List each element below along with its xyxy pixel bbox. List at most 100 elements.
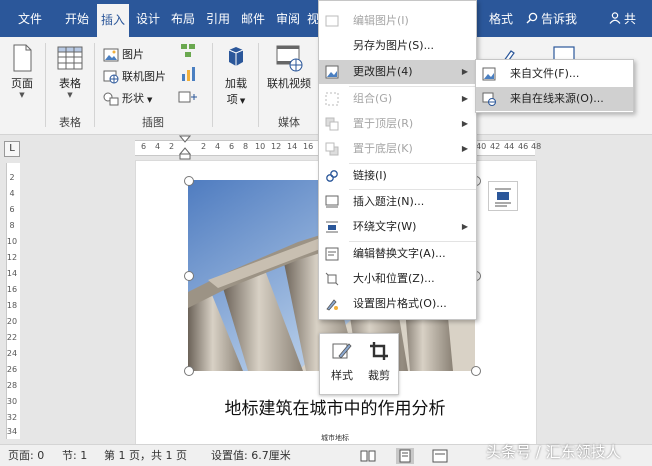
menu-item-save-as-picture[interactable]: 另存为图片(S)... (319, 34, 476, 58)
vruler-tick: 2 (9, 173, 15, 182)
table-label: 表格 (59, 77, 81, 90)
picture-icon (103, 48, 119, 62)
web-layout-icon[interactable] (432, 449, 448, 463)
group-label-tables: 表格 (59, 116, 81, 129)
online-video-button[interactable]: 联机视频 (262, 43, 316, 91)
group-divider (258, 43, 259, 127)
share-button[interactable]: 共 (609, 0, 636, 37)
online-picture-button[interactable]: 联机图片 (103, 67, 166, 87)
menu-item-insert-caption[interactable]: 插入题注(N)... (319, 190, 476, 214)
size-position-icon (325, 272, 339, 286)
video-icon (276, 45, 303, 72)
crop-icon (370, 342, 388, 360)
vruler-tick: 16 (6, 285, 18, 294)
tab-format[interactable]: 格式 (482, 0, 520, 37)
resize-handle-middle-left[interactable] (184, 271, 194, 281)
tab-layout[interactable]: 布局 (167, 0, 199, 37)
submenu-item-from-online[interactable]: 来自在线来源(O)... (476, 87, 633, 111)
vruler-tick: 30 (6, 397, 18, 406)
tab-home[interactable]: 开始 (58, 0, 96, 37)
hruler-tick: 48 (531, 142, 542, 151)
print-layout-icon[interactable] (396, 448, 414, 464)
status-page-count[interactable]: 第 1 页，共 1 页 (104, 445, 187, 466)
screenshot-icon[interactable] (178, 89, 198, 105)
menu-item-edit-alt-text[interactable]: 编辑替换文字(A)... (319, 242, 476, 266)
tell-me-search[interactable]: 告诉我 (526, 0, 577, 37)
menu-item-label: 设置图片格式(O)... (353, 297, 447, 310)
pages-button[interactable]: 页面 ▼ (4, 43, 40, 99)
resize-handle-top-left[interactable] (184, 176, 194, 186)
menu-item-label: 来自在线来源(O)... (510, 92, 604, 105)
addins-button[interactable]: 加载 项 ▼ (218, 43, 254, 107)
hruler-tick: 8 (243, 142, 249, 151)
crop-button[interactable]: 裁剪 (362, 340, 396, 383)
vruler-tick: 8 (9, 221, 15, 230)
menu-item-label: 编辑图片(I) (353, 14, 409, 27)
store-icon (228, 47, 244, 66)
mini-toolbar: 样式 裁剪 (319, 333, 399, 395)
hruler-tick: 40 (476, 142, 487, 151)
wrap-text-icon (326, 221, 338, 233)
chevron-down-icon: ▼ (147, 96, 153, 104)
indent-marker-icon[interactable] (179, 135, 191, 161)
bring-to-front-icon (325, 117, 339, 131)
hruler-tick: 4 (215, 142, 221, 151)
hruler-tick: 42 (490, 142, 501, 151)
person-icon (609, 12, 621, 24)
menu-item-send-to-back[interactable]: 置于底层(K) ▶ (319, 137, 476, 161)
tab-insert[interactable]: 插入 (97, 4, 129, 37)
change-picture-submenu: 来自文件(F)... 来自在线来源(O)... (475, 59, 634, 113)
vruler-tick: 22 (6, 333, 18, 342)
status-section[interactable]: 节: 1 (62, 445, 87, 466)
alt-text-icon (325, 247, 339, 261)
menu-item-link[interactable]: 链接(I) (319, 164, 476, 188)
tab-design[interactable]: 设计 (132, 0, 164, 37)
submenu-item-from-file[interactable]: 来自文件(F)... (476, 62, 633, 86)
vruler-tick: 18 (6, 301, 18, 310)
picture-button[interactable]: 图片 (103, 45, 144, 65)
status-page[interactable]: 页面: 0 (8, 445, 44, 466)
resize-handle-bottom-right[interactable] (471, 366, 481, 376)
style-label: 样式 (331, 369, 353, 382)
chevron-right-icon: ▶ (461, 94, 468, 103)
tab-references[interactable]: 引用 (202, 0, 234, 37)
menu-item-size-position[interactable]: 大小和位置(Z)... (319, 267, 476, 291)
insert-caption-icon (325, 195, 339, 208)
layout-options-button[interactable] (488, 181, 518, 211)
hruler-tick: 16 (303, 142, 314, 151)
tab-file[interactable]: 文件 (8, 0, 52, 37)
menu-item-wrap-text[interactable]: 环绕文字(W) ▶ (319, 215, 476, 239)
shapes-button[interactable]: 形状 ▼ (103, 89, 152, 109)
menu-item-format-picture[interactable]: 设置图片格式(O)... (319, 292, 476, 316)
read-mode-icon[interactable] (360, 449, 376, 463)
group-divider (45, 43, 46, 127)
online-picture-label: 联机图片 (122, 70, 166, 83)
tell-me-label: 告诉我 (541, 12, 578, 26)
smartart-icon[interactable] (180, 43, 196, 59)
picture-caption: 地标建筑在城市中的作用分析 (224, 399, 446, 419)
vruler-tick: 6 (9, 205, 15, 214)
menu-item-edit-picture[interactable]: 编辑图片(I) (319, 9, 476, 33)
status-setting[interactable]: 设置值: 6.7厘米 (211, 445, 291, 466)
tab-stop-selector[interactable]: L (4, 141, 20, 157)
vruler-tick: 12 (6, 253, 18, 262)
menu-item-label: 编辑替换文字(A)... (353, 247, 446, 260)
menu-item-change-picture[interactable]: 更改图片(4) ▶ (319, 60, 476, 84)
menu-item-label: 组合(G) (353, 92, 393, 105)
online-source-icon (482, 92, 496, 106)
menu-item-group[interactable]: 组合(G) ▶ (319, 87, 476, 111)
vruler-tick: 34 (6, 427, 18, 436)
tab-review[interactable]: 审阅 (272, 0, 304, 37)
group-icon (325, 92, 339, 106)
resize-handle-bottom-left[interactable] (184, 366, 194, 376)
menu-item-bring-to-front[interactable]: 置于顶层(R) ▶ (319, 112, 476, 136)
edit-picture-icon (325, 15, 339, 27)
style-button[interactable]: 样式 (324, 340, 360, 383)
table-button[interactable]: 表格 ▼ (52, 43, 88, 99)
tab-mailings[interactable]: 邮件 (237, 0, 269, 37)
hruler-tick: 10 (255, 142, 266, 151)
chart-icon[interactable] (180, 66, 196, 82)
link-icon (326, 170, 338, 182)
hruler-tick: 44 (504, 142, 515, 151)
vertical-ruler-strip: 2 4 6 8 10 12 14 16 18 20 22 24 26 28 30… (6, 163, 20, 439)
